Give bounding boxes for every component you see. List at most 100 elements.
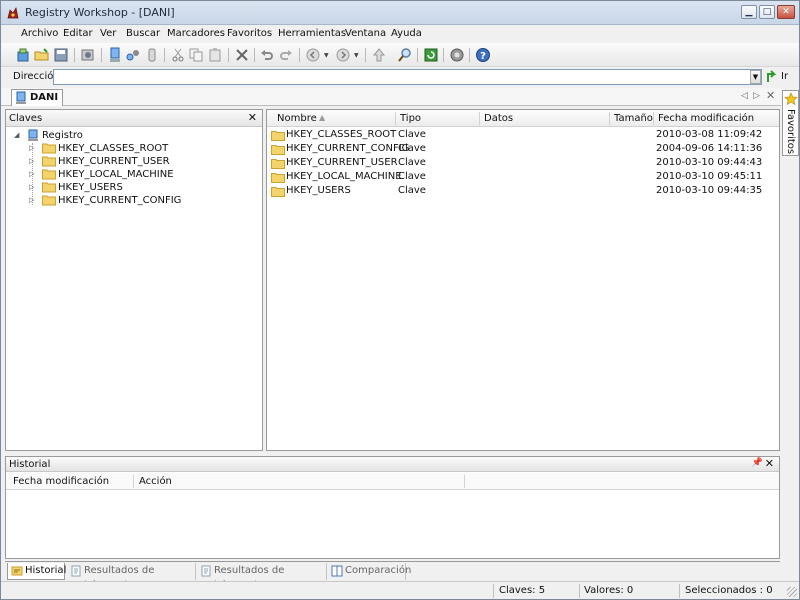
document-tab[interactable]: DANI [11,89,64,106]
cell-name: HKEY_CLASSES_ROOT [286,129,397,140]
cell-type: Clave [398,143,426,154]
open-icon[interactable] [34,47,50,63]
star-icon [784,92,798,106]
find-icon[interactable] [397,47,413,63]
column-header-size[interactable]: Tamaño [614,113,653,124]
collapse-icon[interactable]: ◢ [14,129,19,142]
expand-icon[interactable]: ▷ [29,194,34,207]
tab-scroll-left-icon[interactable]: ◁ [741,91,748,101]
history-panel-close-icon[interactable]: ✕ [765,457,774,470]
tab-close-icon[interactable]: ✕ [766,89,775,102]
cell-date: 2010-03-08 11:09:42 [656,129,763,140]
column-header-name[interactable]: Nombre [277,113,317,124]
cell-name: HKEY_USERS [286,185,351,196]
folder-icon [271,187,285,197]
save-icon[interactable] [53,47,69,63]
list-row[interactable]: HKEY_CURRENT_USER Clave 2010-03-10 09:44… [267,156,779,170]
undo-icon[interactable] [259,47,275,63]
connect-icon[interactable] [107,47,123,63]
up-icon[interactable] [371,47,387,63]
app-window: Registry Workshop - [DANI] ▁ □ ✕ Archivo… [0,0,800,600]
column-header-action[interactable]: Acción [139,476,172,487]
favorites-side-tab[interactable]: Favoritos [782,90,799,156]
expand-icon[interactable]: ▷ [29,142,34,155]
copy-icon[interactable] [188,47,204,63]
back-icon[interactable] [305,47,321,63]
status-bar: Claves: 5 Valores: 0 Seleccionados : 0 [1,581,799,599]
menu-herramientas[interactable]: Herramientas [278,28,346,39]
folder-icon [271,173,285,183]
minimize-button[interactable]: ▁ [741,5,757,19]
refresh-icon[interactable] [423,47,439,63]
address-dropdown-button[interactable]: ▼ [750,70,761,84]
column-header-date[interactable]: Fecha modificación [658,113,754,124]
tab-historial[interactable]: Historial [7,563,67,580]
list-row[interactable]: HKEY_USERS Clave 2010-03-10 09:44:35 [267,184,779,198]
delete-icon[interactable] [234,47,250,63]
menu-ventana[interactable]: Ventana [345,28,386,39]
column-header-date[interactable]: Fecha modificación [13,476,109,487]
compare-icon [331,565,343,577]
list-header: Nombre ▲ Tipo Datos Tamaño Fecha modific… [267,110,779,127]
tab-search-results-2[interactable]: Resultados de búsqueda 2 [197,563,327,591]
sort-ascending-icon: ▲ [319,113,326,122]
folder-icon [42,195,56,206]
list-row[interactable]: HKEY_LOCAL_MACHINE Clave 2010-03-10 09:4… [267,170,779,184]
tree-node-label: Registro [42,130,83,141]
new-icon[interactable] [15,47,31,63]
window-title: Registry Workshop - [DANI] [25,6,175,19]
maximize-button[interactable]: □ [759,5,775,19]
menu-favoritos[interactable]: Favoritos [227,28,272,39]
tab-comparacion[interactable]: Comparación [328,563,411,580]
resize-grip[interactable] [787,587,797,597]
tab-scroll-right-icon[interactable]: ▷ [753,91,760,101]
network-icon[interactable] [125,47,141,63]
column-header-type[interactable]: Tipo [400,113,421,124]
options-icon[interactable] [449,47,465,63]
document-tab-label: DANI [30,92,59,103]
close-button[interactable]: ✕ [777,5,795,19]
forward-icon[interactable] [335,47,351,63]
cell-name: HKEY_CURRENT_CONFIG [286,143,410,154]
menu-editar[interactable]: Editar [63,28,93,39]
expand-icon[interactable]: ▷ [29,168,34,181]
go-button[interactable]: Ir [781,71,788,82]
menu-ayuda[interactable]: Ayuda [391,28,422,39]
cut-icon[interactable] [170,47,186,63]
paste-icon[interactable] [207,47,223,63]
expand-icon[interactable]: ▷ [29,181,34,194]
favorites-label: Favoritos [785,109,796,155]
redo-icon[interactable] [278,47,294,63]
title-bar[interactable]: Registry Workshop - [DANI] ▁ □ ✕ [1,1,799,25]
history-list-header: Fecha modificación Acción [6,473,779,490]
address-input[interactable] [53,69,762,85]
menu-buscar[interactable]: Buscar [126,28,160,39]
tree-node-label: HKEY_CURRENT_CONFIG [58,195,182,206]
go-icon[interactable] [766,70,778,84]
bottom-tab-bar: Historial Resultados de búsqueda 1 Resul… [5,561,780,591]
menu-ver[interactable]: Ver [100,28,116,39]
status-values-count: Valores: 0 [584,585,634,596]
keys-panel-close-icon[interactable]: ✕ [248,111,257,124]
cell-date: 2010-03-10 09:44:43 [656,157,763,168]
computer-icon [16,91,26,104]
keys-panel-header: Claves ✕ [6,110,262,127]
tree-node-label: HKEY_USERS [58,182,123,193]
expand-icon[interactable]: ▷ [29,155,34,168]
menu-marcadores[interactable]: Marcadores [167,28,225,39]
pin-icon[interactable]: 📌 [752,458,763,468]
computer-icon [28,129,38,141]
app-icon [7,7,19,19]
tab-label: Comparación [345,565,412,576]
list-row[interactable]: HKEY_CLASSES_ROOT Clave 2010-03-08 11:09… [267,128,779,142]
folder-icon [271,131,285,141]
disconnect-icon[interactable] [144,47,160,63]
help-icon[interactable]: ? [475,47,491,63]
column-header-data[interactable]: Datos [484,113,513,124]
tab-label: Historial [25,565,67,576]
export-icon[interactable] [80,47,96,63]
list-row[interactable]: HKEY_CURRENT_CONFIG Clave 2004-09-06 14:… [267,142,779,156]
cell-date: 2010-03-10 09:44:35 [656,185,763,196]
menu-archivo[interactable]: Archivo [21,28,58,39]
tab-search-results-1[interactable]: Resultados de búsqueda 1 [67,563,196,591]
